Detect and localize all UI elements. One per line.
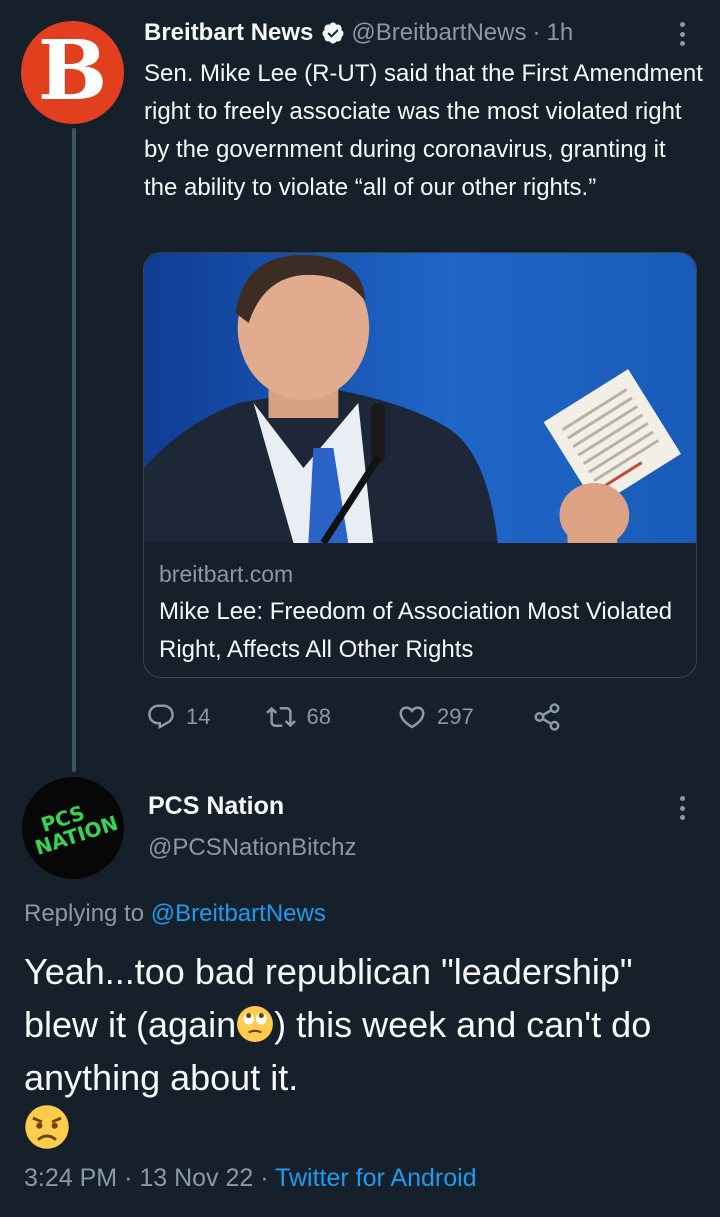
link-card[interactable]: breitbart.com Mike Lee: Freedom of Assoc…	[143, 252, 697, 678]
author-name[interactable]: Breitbart News	[144, 19, 313, 47]
replying-prefix: Replying to	[24, 900, 145, 927]
retweet-count: 68	[306, 704, 331, 729]
reply-source-link[interactable]: Twitter for Android	[275, 1164, 476, 1192]
reply-author-name[interactable]: PCS Nation	[148, 792, 284, 821]
verified-badge-icon	[322, 22, 344, 44]
reply-text: Yeah...too bad republican "leadership" b…	[24, 945, 704, 1158]
thread-connector-line	[72, 128, 76, 772]
author-handle[interactable]: @BreitbartNews	[351, 19, 526, 47]
card-domain: breitbart.com	[159, 561, 294, 587]
timestamp-separator: ·	[260, 1164, 276, 1192]
share-icon	[534, 703, 560, 731]
meta-separator: ·	[532, 19, 541, 46]
tweet-action-bar: 14 68 297	[146, 700, 562, 734]
tweet-text: Sen. Mike Lee (R-UT) said that the First…	[144, 60, 703, 201]
breitbart-avatar[interactable]: B	[21, 21, 124, 124]
reply-more-options-icon[interactable]	[680, 796, 686, 820]
angry-face-emoji-icon	[25, 1105, 69, 1149]
card-title: Mike Lee: Freedom of Association Most Vi…	[159, 598, 673, 663]
retweet-button[interactable]: 68	[266, 702, 331, 732]
avatar-letter: B	[37, 22, 108, 119]
reply-timestamp: 3:24 PM · 13 Nov 22 · Twitter for Androi…	[24, 1164, 477, 1193]
like-button[interactable]: 297	[397, 702, 474, 732]
eye-roll-emoji-icon	[237, 1006, 274, 1042]
reply-icon	[148, 704, 174, 730]
replying-to-line: Replying to @BreitbartNews	[24, 900, 326, 928]
retweet-icon	[266, 706, 297, 728]
reply-author-handle[interactable]: @PCSNationBitchz	[148, 834, 356, 862]
tweet-time-ago[interactable]: 1h	[546, 19, 573, 47]
more-options-icon[interactable]	[680, 22, 686, 46]
reply-time: 3:24 PM	[24, 1164, 118, 1192]
share-button[interactable]	[532, 702, 562, 732]
reply-button[interactable]: 14	[146, 702, 210, 732]
heart-icon	[399, 706, 425, 729]
replying-to-link[interactable]: @BreitbartNews	[151, 900, 326, 927]
article-photo	[144, 253, 696, 543]
pcs-nation-avatar[interactable]: PCS NATION	[22, 777, 124, 879]
reply-date: 13 Nov 22	[139, 1164, 254, 1192]
timestamp-separator: ·	[124, 1164, 140, 1192]
like-count: 297	[436, 704, 474, 729]
pcs-nation-logo: PCS NATION	[32, 801, 121, 860]
reply-count: 14	[186, 704, 211, 729]
tweet-header: Breitbart News @BreitbartNews · 1h	[144, 16, 573, 50]
